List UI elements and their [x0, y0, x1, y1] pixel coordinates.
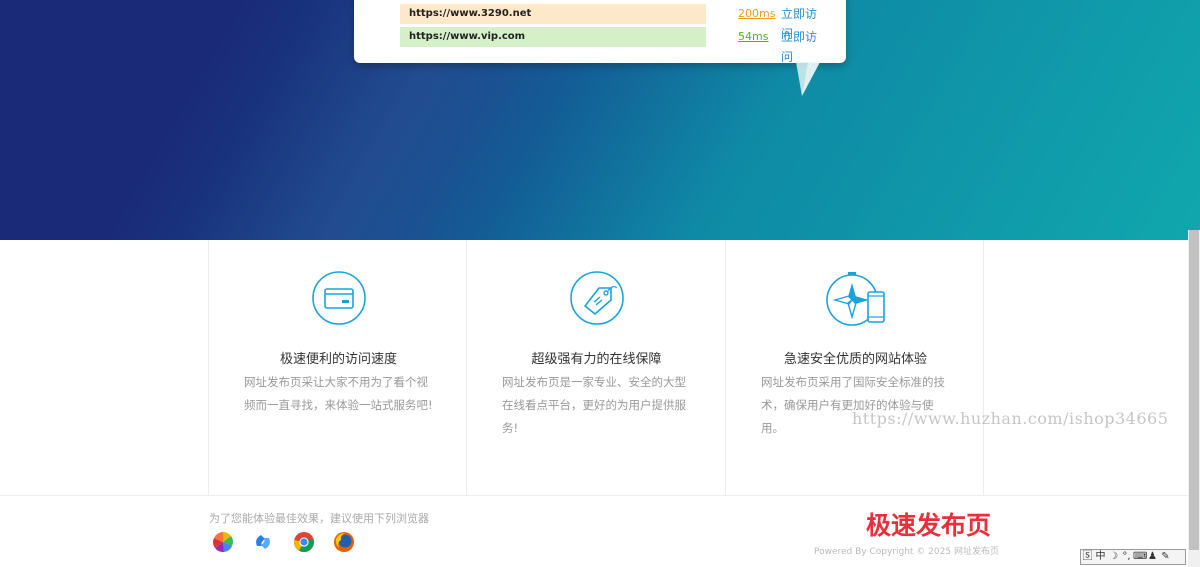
pointer-arrow-icon — [796, 62, 820, 96]
scroll-thumb[interactable] — [1189, 230, 1199, 550]
footer: 为了您能体验最佳效果，建议使用下列浏览器 极速发布页 Powered By Co… — [0, 496, 1200, 567]
pinwheel-browser-icon[interactable] — [212, 531, 234, 553]
url-text: https://www.vip.com — [400, 27, 706, 47]
latency-value: 200ms — [738, 7, 776, 20]
url-row: https://www.vip.com 54ms 立即访问 — [400, 27, 826, 64]
firefox-icon[interactable] — [333, 531, 355, 553]
scrollbar[interactable] — [1188, 230, 1200, 567]
url-card: https://www.3290.net 200ms 立即访问 https://… — [354, 0, 846, 64]
ime-keyboard-icon[interactable]: ⌨ — [1133, 550, 1147, 564]
feature-title: 极速便利的访问速度 — [279, 352, 397, 367]
ime-user-icon[interactable]: ♟ — [1146, 550, 1159, 564]
sogou-browser-icon[interactable] — [252, 531, 274, 553]
ime-settings-icon[interactable]: ✎ — [1159, 550, 1172, 564]
copyright-text: Powered By Copyright © 2025 网址发布页 — [814, 547, 999, 557]
visit-link[interactable]: 立即访问 — [781, 27, 826, 67]
brand-logo: 极速发布页 — [866, 511, 992, 540]
tag-icon — [570, 271, 624, 325]
card-icon — [312, 271, 366, 325]
latency-value: 54ms — [738, 30, 769, 43]
compass-phone-icon — [826, 272, 885, 326]
feature-title: 超级强有力的在线保障 — [531, 352, 662, 367]
ime-toolbar[interactable]: 🅂 中 ☽ °, ⌨ ♟ ✎ — [1080, 549, 1186, 565]
watermark: https://www.huzhan.com/ishop34665 — [852, 409, 1169, 428]
features-section: 极速便利的访问速度 网址发布页采让大家不用为了看个视频而一直寻找，来体验一站式服… — [0, 240, 1200, 496]
ime-mode-chinese[interactable]: 中 — [1094, 550, 1107, 564]
feature-desc: 网址发布页采用了国际安全标准的技术，确保用户有更加好的体验与使用。 — [761, 375, 945, 435]
feature-desc: 网址发布页是一家专业、安全的大型在线看点平台，更好的为用户提供服务! — [502, 375, 686, 435]
ime-logo-icon[interactable]: 🅂 — [1081, 550, 1094, 564]
feature-title: 急速安全优质的网站体验 — [783, 352, 927, 367]
feature-desc: 网址发布页采让大家不用为了看个视频而一直寻找，来体验一站式服务吧! — [244, 375, 433, 412]
feature-card-experience: 急速安全优质的网站体验 网址发布页采用了国际安全标准的技术，确保用户有更加好的体… — [725, 240, 984, 496]
url-text: https://www.3290.net — [400, 4, 706, 24]
chrome-icon[interactable] — [293, 531, 315, 553]
feature-divider — [983, 240, 984, 496]
browser-tip: 为了您能体验最佳效果，建议使用下列浏览器 — [209, 512, 429, 525]
feature-card-guarantee: 超级强有力的在线保障 网址发布页是一家专业、安全的大型在线看点平台，更好的为用户… — [466, 240, 725, 496]
feature-card-speed: 极速便利的访问速度 网址发布页采让大家不用为了看个视频而一直寻找，来体验一站式服… — [208, 240, 467, 496]
ime-moon-icon[interactable]: ☽ — [1107, 550, 1120, 564]
url-row: https://www.3290.net 200ms 立即访问 — [400, 4, 826, 41]
ime-punct-icon[interactable]: °, — [1120, 550, 1133, 564]
